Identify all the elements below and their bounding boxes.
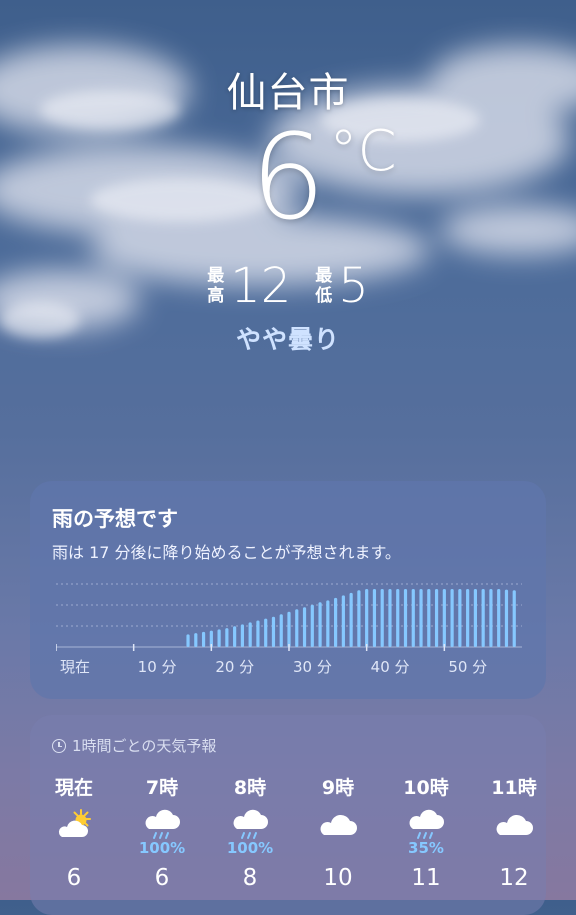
precip-bar <box>466 589 470 647</box>
low-temperature: 最 低 5 <box>315 262 369 310</box>
tick-label: 50 分 <box>448 658 487 676</box>
precip-bar <box>349 592 353 647</box>
hour-temperature: 8 <box>242 865 258 891</box>
precip-bar <box>248 622 252 647</box>
hourly-forecast-card[interactable]: 1時間ごとの天気予報 現在 6 7時 100% 6 8時 100% 8 9時 10 10時 35% 11… <box>30 715 546 915</box>
temperature-value: 6 <box>250 108 326 246</box>
precip-bar <box>334 597 338 647</box>
high-temperature: 最 高 12 <box>207 262 291 310</box>
precip-bar <box>264 618 268 647</box>
precip-bar <box>497 589 501 647</box>
precip-chance: 35% <box>408 839 444 857</box>
tick-label: 現在 <box>60 658 90 676</box>
precip-bar <box>240 624 244 647</box>
hour-temperature: 10 <box>323 865 353 891</box>
precip-bar <box>271 616 276 647</box>
partly-sunny-icon <box>34 807 114 843</box>
precip-bar <box>419 589 423 647</box>
hour-temperature: 6 <box>154 865 170 891</box>
precip-bar <box>388 589 392 647</box>
precip-bar <box>442 589 446 647</box>
high-value: 12 <box>230 258 292 314</box>
hour-label: 7時 <box>145 777 179 799</box>
rain-card-subtitle: 雨は 17 分後に降り始めることが予想されます。 <box>52 543 401 562</box>
rain-card-title: 雨の予想です <box>52 507 178 531</box>
high-label: 最 高 <box>207 266 225 306</box>
tick-label: 30 分 <box>293 658 332 676</box>
precip-bar <box>302 607 307 647</box>
hour-label: 現在 <box>54 777 93 799</box>
precip-bar <box>365 589 369 647</box>
precip-bar <box>341 595 345 647</box>
hour-label: 10時 <box>403 777 449 799</box>
precip-bar <box>295 609 299 647</box>
precip-bar <box>372 589 377 647</box>
precip-bar <box>310 604 314 647</box>
rain-forecast-card[interactable]: 雨の予想です 雨は 17 分後に降り始めることが予想されます。 現在 10 分 20… <box>30 481 546 699</box>
precip-bar <box>287 611 291 647</box>
hourly-header: 1時間ごとの天気予報 <box>52 735 216 756</box>
hour-label: 11時 <box>491 777 537 799</box>
hourly-item: 9時 10 <box>298 773 378 891</box>
precip-bar <box>318 602 322 647</box>
precipitation-chart: 現在 10 分 20 分 30 分 40 分 50 分 <box>56 583 522 676</box>
hourly-item: 8時 100% 8 <box>210 773 290 891</box>
precip-bar <box>396 589 400 647</box>
precip-chance: 100% <box>226 839 274 857</box>
precip-bar <box>201 631 206 647</box>
precip-chance: 100% <box>138 839 186 857</box>
hour-temperature: 6 <box>66 865 82 891</box>
precip-bar <box>380 589 384 647</box>
precip-bar <box>481 589 485 647</box>
precip-bar <box>326 600 330 647</box>
precip-bar <box>427 589 431 647</box>
hourly-item: 7時 100% 6 <box>122 773 202 891</box>
hourly-list[interactable]: 現在 6 7時 100% 6 8時 100% 8 9時 10 10時 35% 11 11時 12 <box>30 773 546 913</box>
hourly-item: 10時 35% 11 <box>386 773 466 891</box>
precip-bar <box>458 589 462 647</box>
tick-label: 20 分 <box>215 658 254 676</box>
tick-label: 10 分 <box>138 658 177 676</box>
hour-temperature: 11 <box>411 865 441 891</box>
precip-bar <box>473 589 477 647</box>
precip-bar <box>512 590 516 647</box>
hour-label: 8時 <box>233 777 267 799</box>
hour-temperature: 12 <box>499 865 529 891</box>
high-low: 最 高 12 最 低 5 <box>0 262 576 310</box>
precip-bar <box>504 589 509 647</box>
condition-text: やや曇り <box>235 325 340 354</box>
low-value: 5 <box>338 258 369 314</box>
tick-label: 40 分 <box>371 658 410 676</box>
precip-bar <box>489 589 493 647</box>
precip-bar <box>357 590 361 647</box>
current-temperature: 6 °C <box>0 118 576 236</box>
precip-bar <box>217 629 221 647</box>
precip-bar <box>450 589 454 647</box>
hourly-item: 現在 6 <box>34 773 114 891</box>
rain-cloud-icon <box>210 807 290 843</box>
hourly-item: 11時 12 <box>474 773 554 891</box>
precip-bar <box>411 589 415 647</box>
rain-cloud-icon <box>386 807 466 843</box>
precip-bar <box>186 634 190 647</box>
cloud-icon <box>474 807 554 843</box>
clock-icon <box>52 738 66 753</box>
rain-cloud-icon <box>122 807 202 843</box>
precip-bar <box>279 614 283 647</box>
low-label: 最 低 <box>315 266 333 306</box>
precip-bar <box>194 633 198 647</box>
precip-bar <box>256 620 260 647</box>
precip-bar <box>233 626 237 647</box>
precip-bar <box>403 589 408 647</box>
precip-bar <box>225 628 229 647</box>
cloud-icon <box>298 807 378 843</box>
hour-label: 9時 <box>321 777 355 799</box>
precip-bar <box>434 589 439 647</box>
temperature-unit: °C <box>329 119 397 184</box>
hourly-header-label: 1時間ごとの天気予報 <box>72 737 217 755</box>
